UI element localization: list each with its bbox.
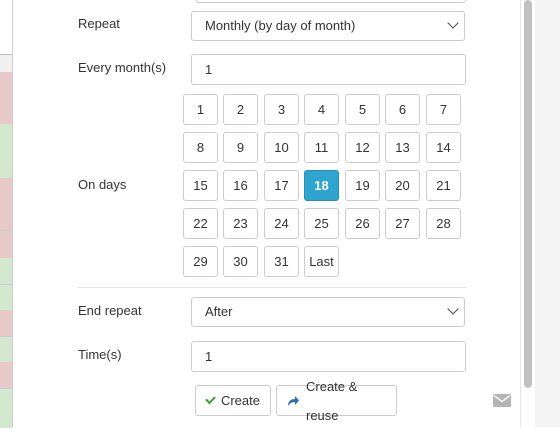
create-button[interactable]: Create [195, 385, 271, 416]
day-button-23[interactable]: 23 [223, 208, 258, 239]
mail-icon[interactable] [493, 394, 511, 407]
end-repeat-select[interactable]: After [191, 297, 465, 327]
day-button-27[interactable]: 27 [385, 208, 420, 239]
day-button-7[interactable]: 7 [426, 94, 461, 125]
day-button-1[interactable]: 1 [183, 94, 218, 125]
chevron-down-icon [447, 17, 459, 29]
day-button-11[interactable]: 11 [304, 132, 339, 163]
day-button-30[interactable]: 30 [223, 246, 258, 277]
chevron-down-icon [447, 303, 459, 315]
create-reuse-button[interactable]: Create & reuse [276, 379, 397, 423]
day-button-12[interactable]: 12 [345, 132, 380, 163]
divider [78, 287, 466, 288]
day-button-14[interactable]: 14 [426, 132, 461, 163]
background-rows [0, 0, 12, 428]
day-button-2[interactable]: 2 [223, 94, 258, 125]
day-button-10[interactable]: 10 [264, 132, 299, 163]
day-button-15[interactable]: 15 [183, 170, 218, 201]
day-button-19[interactable]: 19 [345, 170, 380, 201]
check-icon [205, 393, 216, 405]
day-button-28[interactable]: 28 [426, 208, 461, 239]
times-label: Time(s) [78, 347, 122, 362]
end-repeat-select-value: After [205, 304, 233, 319]
every-months-input[interactable]: 1 [191, 54, 466, 85]
day-button-4[interactable]: 4 [304, 94, 339, 125]
day-button-20[interactable]: 20 [385, 170, 420, 201]
day-button-24[interactable]: 24 [264, 208, 299, 239]
create-button-label: Create [220, 393, 260, 408]
day-button-3[interactable]: 3 [264, 94, 299, 125]
day-button-31[interactable]: 31 [264, 246, 299, 277]
repeat-select-value: Monthly (by day of month) [205, 18, 356, 33]
day-button-5[interactable]: 5 [345, 94, 380, 125]
end-repeat-label: End repeat [78, 303, 142, 318]
on-days-label: On days [78, 177, 127, 192]
scrollbar-thumb[interactable] [524, 0, 532, 388]
repeat-label: Repeat [78, 16, 120, 31]
every-label: Every month(s) [78, 60, 167, 75]
previous-field-edge [196, 0, 466, 3]
day-button-29[interactable]: 29 [183, 246, 218, 277]
create-reuse-button-label: Create & reuse [306, 378, 358, 423]
day-button-26[interactable]: 26 [345, 208, 380, 239]
day-button-17[interactable]: 17 [264, 170, 299, 201]
day-button-8[interactable]: 8 [183, 132, 218, 163]
day-button-21[interactable]: 21 [426, 170, 461, 201]
day-button-25[interactable]: 25 [304, 208, 339, 239]
share-arrow-icon [287, 395, 300, 407]
day-button-22[interactable]: 22 [183, 208, 218, 239]
day-button-last[interactable]: Last [304, 246, 339, 277]
times-input[interactable]: 1 [191, 341, 466, 372]
background-right [532, 0, 560, 427]
day-button-6[interactable]: 6 [385, 94, 420, 125]
repeat-select[interactable]: Monthly (by day of month) [191, 11, 465, 41]
day-button-9[interactable]: 9 [223, 132, 258, 163]
day-button-13[interactable]: 13 [385, 132, 420, 163]
day-button-16[interactable]: 16 [223, 170, 258, 201]
day-button-18[interactable]: 18 [304, 170, 339, 201]
